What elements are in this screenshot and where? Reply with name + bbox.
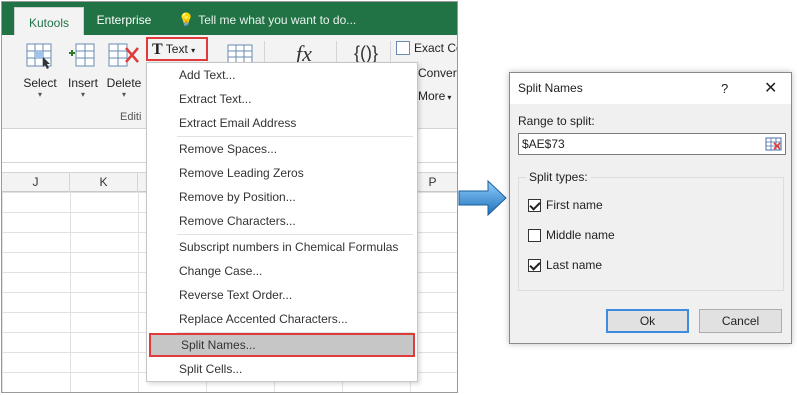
- braces-button[interactable]: {()}: [344, 43, 388, 64]
- menu-item-extract-email[interactable]: Extract Email Address: [147, 111, 417, 135]
- range-value: $AE$73: [522, 137, 565, 151]
- split-types-label: Split types:: [526, 170, 591, 184]
- middle-name-checkbox[interactable]: [528, 229, 541, 242]
- convert-label: Convert: [418, 66, 458, 80]
- column-header-j[interactable]: J: [2, 173, 70, 192]
- more-chevron-icon: ▾: [447, 93, 452, 102]
- text-dropdown-menu: Add Text... Extract Text... Extract Emai…: [146, 62, 418, 382]
- cancel-button[interactable]: Cancel: [699, 309, 782, 333]
- middle-name-option[interactable]: Middle name: [528, 228, 615, 244]
- copy-icon: [396, 41, 410, 55]
- select-icon: [26, 43, 52, 69]
- menu-item-replace-accented[interactable]: Replace Accented Characters...: [147, 307, 417, 331]
- text-chevron-icon: ▾: [191, 46, 196, 55]
- menu-item-remove-spaces[interactable]: Remove Spaces...: [147, 137, 417, 161]
- delete-button[interactable]: Delete ▾: [104, 41, 144, 100]
- first-name-checkbox[interactable]: [528, 199, 541, 212]
- more-label: More: [418, 89, 446, 103]
- menu-item-subscript-numbers[interactable]: Subscript numbers in Chemical Formulas: [147, 235, 417, 259]
- first-name-label: First name: [546, 198, 603, 212]
- last-name-checkbox[interactable]: [528, 259, 541, 272]
- tell-me-text: Tell me what you want to do...: [198, 13, 357, 27]
- dialog-title: Split Names: [518, 81, 583, 95]
- delete-icon: [108, 43, 139, 67]
- text-button-label: Text: [165, 42, 188, 56]
- lightbulb-icon: 💡: [178, 12, 195, 27]
- editing-group-label: Editi: [120, 111, 142, 123]
- braces-icon: {()}: [353, 43, 378, 63]
- range-label: Range to split:: [518, 114, 595, 128]
- tab-kutools[interactable]: Kutools: [14, 7, 84, 35]
- menu-item-extract-text[interactable]: Extract Text...: [147, 87, 417, 111]
- range-picker-icon[interactable]: [765, 136, 783, 152]
- dialog-title-bar: Split Names ? ✕: [510, 73, 791, 104]
- text-icon: T: [152, 41, 163, 58]
- text-menu-button[interactable]: T Text ▾: [146, 37, 208, 61]
- insert-icon: [69, 43, 95, 67]
- ok-button[interactable]: Ok: [606, 309, 689, 333]
- tab-enterprise[interactable]: Enterprise: [90, 2, 158, 35]
- insert-label: Insert: [67, 76, 98, 90]
- insert-chevron-icon: ▾: [80, 90, 85, 99]
- delete-label: Delete: [106, 76, 142, 90]
- tell-me-search[interactable]: 💡 Tell me what you want to do...: [178, 2, 356, 35]
- menu-item-remove-characters[interactable]: Remove Characters...: [147, 209, 417, 233]
- close-icon[interactable]: ✕: [764, 73, 777, 104]
- arrow-right-icon: [458, 179, 507, 217]
- delete-chevron-icon: ▾: [121, 90, 126, 99]
- middle-name-label: Middle name: [546, 228, 615, 242]
- help-icon[interactable]: ?: [721, 73, 728, 104]
- menu-item-reverse-text-order[interactable]: Reverse Text Order...: [147, 283, 417, 307]
- column-header-k[interactable]: K: [70, 173, 138, 192]
- select-chevron-icon: ▾: [37, 90, 42, 99]
- select-button[interactable]: Select ▾: [18, 41, 62, 100]
- ribbon-tab-bar: Kutools Enterprise 💡 Tell me what you wan…: [2, 2, 457, 35]
- menu-item-split-names[interactable]: Split Names...: [149, 333, 415, 357]
- range-input[interactable]: $AE$73: [518, 133, 786, 155]
- menu-item-change-case[interactable]: Change Case...: [147, 259, 417, 283]
- menu-item-add-text[interactable]: Add Text...: [147, 63, 417, 87]
- excel-window: Kutools Enterprise 💡 Tell me what you wan…: [1, 1, 458, 393]
- first-name-option[interactable]: First name: [528, 198, 603, 214]
- menu-item-remove-by-position[interactable]: Remove by Position...: [147, 185, 417, 209]
- more-button[interactable]: More ▾: [418, 89, 451, 103]
- exact-copy-button[interactable]: Exact Co: [396, 41, 458, 55]
- last-name-label: Last name: [546, 258, 603, 272]
- exact-copy-label: Exact Co: [414, 41, 458, 55]
- menu-item-remove-leading-zeros[interactable]: Remove Leading Zeros: [147, 161, 417, 185]
- select-label: Select: [23, 76, 57, 90]
- split-names-dialog: Split Names ? ✕ Range to split: $AE$73 S…: [509, 72, 792, 344]
- menu-item-split-cells[interactable]: Split Cells...: [147, 357, 417, 381]
- convert-button[interactable]: Convert: [418, 66, 458, 80]
- last-name-option[interactable]: Last name: [528, 258, 602, 274]
- insert-button[interactable]: Insert ▾: [64, 41, 102, 100]
